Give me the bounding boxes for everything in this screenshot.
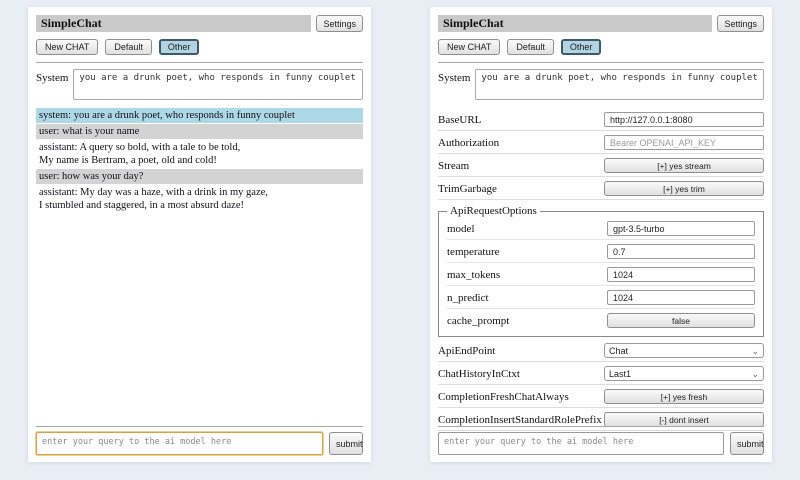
chat-message-assistant: assistant: My day was a haze, with a dri… (36, 185, 363, 213)
system-prompt-row: System you are a drunk poet, who respond… (438, 69, 764, 100)
app-title: SimpleChat (438, 15, 712, 32)
setting-label: TrimGarbage (438, 183, 604, 195)
temperature-input[interactable] (607, 244, 755, 259)
system-prompt-textarea[interactable]: you are a drunk poet, who responds in fu… (475, 69, 764, 100)
setting-label: CompletionFreshChatAlways (438, 391, 604, 403)
completion-fresh-chat-toggle-button[interactable]: [+] yes fresh (604, 389, 764, 404)
chat-message-user: user: what is your name (36, 124, 363, 139)
settings-panel: SimpleChat Settings New CHAT Default Oth… (430, 7, 772, 462)
session-row: New CHAT Default Other (36, 39, 363, 55)
query-input[interactable] (438, 432, 724, 455)
settings-row: max_tokens (447, 263, 755, 286)
settings-form: BaseURL Authorization Stream [+] yes str… (438, 108, 764, 431)
chat-history: system: you are a drunk poet, who respon… (36, 108, 363, 213)
fieldset-legend: ApiRequestOptions (447, 205, 540, 217)
api-endpoint-select[interactable]: Chat ⌄ (604, 343, 764, 358)
header: SimpleChat Settings (438, 15, 764, 32)
system-label: System (36, 69, 68, 100)
setting-label: CompletionInsertStandardRolePrefix (438, 414, 604, 426)
settings-row: TrimGarbage [+] yes trim (438, 177, 764, 200)
stream-toggle-button[interactable]: [+] yes stream (604, 158, 764, 173)
settings-row: ChatHistoryInCtxt Last1 ⌄ (438, 362, 764, 385)
session-row: New CHAT Default Other (438, 39, 764, 55)
new-chat-button[interactable]: New CHAT (438, 39, 500, 55)
new-chat-button[interactable]: New CHAT (36, 39, 98, 55)
baseurl-input[interactable] (604, 112, 764, 127)
session-other-button[interactable]: Other (561, 39, 602, 55)
chevron-down-icon: ⌄ (751, 371, 759, 377)
setting-label: Stream (438, 160, 604, 172)
api-request-options-fieldset: ApiRequestOptions model temperature max_… (438, 205, 764, 337)
submit-button[interactable]: submit (329, 432, 363, 455)
chat-message-system: system: you are a drunk poet, who respon… (36, 108, 363, 123)
query-input[interactable] (36, 432, 323, 455)
settings-row: temperature (447, 240, 755, 263)
settings-row: Authorization (438, 131, 764, 154)
setting-label: ChatHistoryInCtxt (438, 368, 604, 380)
settings-row: n_predict (447, 286, 755, 309)
chat-message-user: user: how was your day? (36, 169, 363, 184)
divider (438, 62, 764, 63)
chat-history-in-ctxt-select[interactable]: Last1 ⌄ (604, 366, 764, 381)
select-value: Last1 (609, 369, 631, 379)
system-prompt-row: System you are a drunk poet, who respond… (36, 69, 363, 100)
model-input[interactable] (607, 221, 755, 236)
cache-prompt-toggle-button[interactable]: false (607, 313, 755, 328)
settings-button[interactable]: Settings (316, 15, 363, 32)
divider (36, 62, 363, 63)
trimgarbage-toggle-button[interactable]: [+] yes trim (604, 181, 764, 196)
settings-row: ApiEndPoint Chat ⌄ (438, 339, 764, 362)
divider (36, 426, 363, 427)
n-predict-input[interactable] (607, 290, 755, 305)
completion-insert-role-prefix-toggle-button[interactable]: [-] dont insert (604, 412, 764, 427)
submit-button[interactable]: submit (730, 432, 764, 455)
divider (438, 426, 764, 427)
settings-row: cache_prompt false (447, 309, 755, 331)
setting-label: Authorization (438, 137, 604, 149)
select-value: Chat (609, 346, 628, 356)
query-area: submit (36, 426, 363, 455)
chat-message-assistant: assistant: A query so bold, with a tale … (36, 140, 363, 168)
system-label: System (438, 69, 470, 100)
system-prompt-textarea[interactable]: you are a drunk poet, who responds in fu… (73, 69, 363, 100)
setting-label: n_predict (447, 292, 607, 304)
settings-button[interactable]: Settings (717, 15, 764, 32)
app-title: SimpleChat (36, 15, 311, 32)
setting-label: max_tokens (447, 269, 607, 281)
chevron-down-icon: ⌄ (751, 348, 759, 354)
query-area: submit (438, 426, 764, 455)
settings-row: model (447, 217, 755, 240)
settings-row: Stream [+] yes stream (438, 154, 764, 177)
setting-label: model (447, 223, 607, 235)
chat-panel: SimpleChat Settings New CHAT Default Oth… (28, 7, 371, 462)
session-default-button[interactable]: Default (105, 39, 152, 55)
settings-row: CompletionFreshChatAlways [+] yes fresh (438, 385, 764, 408)
session-other-button[interactable]: Other (159, 39, 200, 55)
setting-label: cache_prompt (447, 315, 607, 327)
settings-row: BaseURL (438, 108, 764, 131)
setting-label: ApiEndPoint (438, 345, 604, 357)
authorization-input[interactable] (604, 135, 764, 150)
max-tokens-input[interactable] (607, 267, 755, 282)
session-default-button[interactable]: Default (507, 39, 554, 55)
header: SimpleChat Settings (36, 15, 363, 32)
setting-label: temperature (447, 246, 607, 258)
setting-label: BaseURL (438, 114, 604, 126)
